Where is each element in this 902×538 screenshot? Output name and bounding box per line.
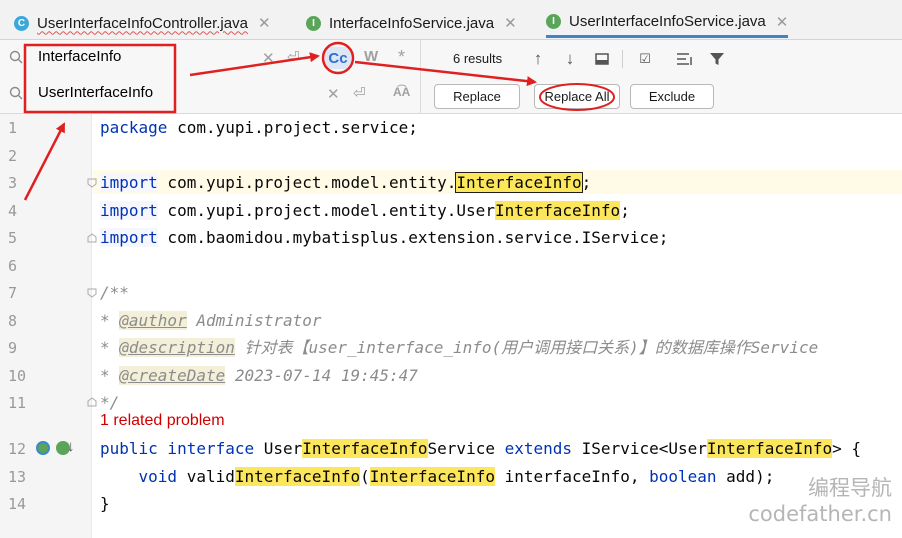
search-icon — [9, 50, 23, 64]
line-number: 14 — [8, 495, 27, 513]
previous-occurrence-icon[interactable]: ↑ — [527, 48, 549, 70]
replace-field[interactable]: UserInterfaceInfo ✕ ⏎ A͡A — [0, 76, 420, 112]
results-count: 6 results — [453, 51, 503, 66]
line-number: 2 — [8, 147, 18, 165]
filter-lines-icon[interactable] — [674, 48, 696, 70]
line-number: 7 — [8, 284, 18, 302]
line-number: 11 — [8, 394, 27, 412]
line-number: 3 — [8, 174, 18, 192]
interface-icon: I — [306, 15, 321, 31]
search-value: InterfaceInfo — [38, 48, 122, 65]
tab-userinterfaceinfoservice[interactable]: I UserInterfaceInfoService.java ✕ — [546, 8, 789, 38]
line-number: 1 — [8, 119, 18, 137]
code-line: import com.yupi.project.model.entity.Int… — [100, 172, 592, 193]
line-number: 5 — [8, 229, 18, 247]
implemented-icon[interactable] — [36, 441, 50, 455]
code-line: void validInterfaceInfo(InterfaceInfo in… — [138, 467, 775, 486]
search-field[interactable]: InterfaceInfo ✕ ⏎ Cc W * — [0, 40, 420, 76]
class-icon: C — [14, 15, 29, 31]
code-line: package com.yupi.project.service; — [100, 118, 418, 137]
code-line: import com.baomidou.mybatisplus.extensio… — [100, 228, 669, 247]
tab-interfaceinfoservice[interactable]: I InterfaceInfoService.java ✕ — [306, 8, 517, 38]
tab-label: UserInterfaceInfoController.java — [37, 14, 248, 32]
code-editor[interactable]: 1 2 3 4 5 6 7 8 9 10 11 12 13 14 ↓ packa… — [0, 114, 902, 538]
search-match: InterfaceInfo — [369, 467, 495, 486]
close-icon[interactable]: ✕ — [258, 14, 271, 32]
line-number: 13 — [8, 468, 27, 486]
line-number: 12 — [8, 440, 27, 458]
down-arrow-icon[interactable]: ↓ — [67, 438, 75, 455]
regex-toggle[interactable]: * — [398, 47, 405, 68]
select-all-occurrences-icon[interactable] — [591, 48, 613, 70]
search-match: InterfaceInfo — [494, 201, 621, 220]
interface-icon: I — [546, 14, 561, 29]
code-line: /** — [100, 283, 129, 302]
preserve-case-icon[interactable]: A͡A — [393, 85, 410, 99]
editor-tab-bar: C UserInterfaceInfoController.java ✕ I I… — [0, 0, 902, 40]
line-number: 10 — [8, 367, 27, 385]
clear-icon[interactable]: ✕ — [262, 49, 275, 67]
code-line: * @description 针对表【user_interface_info(用… — [100, 338, 819, 357]
line-number: 8 — [8, 312, 18, 330]
related-problem-link[interactable]: 1 related problem — [100, 412, 225, 430]
code-line: import com.yupi.project.model.entity.Use… — [100, 201, 630, 220]
fold-icon[interactable] — [86, 396, 98, 408]
replace-value: UserInterfaceInfo — [38, 84, 154, 101]
code-line: public interface UserInterfaceInfoServic… — [100, 439, 862, 458]
line-number: 6 — [8, 257, 18, 275]
fold-icon[interactable] — [86, 287, 98, 299]
fold-icon[interactable] — [86, 232, 98, 244]
close-icon[interactable]: ✕ — [504, 14, 517, 32]
new-line-icon[interactable]: ⏎ — [353, 84, 366, 102]
watermark: 编程导航 — [808, 476, 892, 500]
tab-label: InterfaceInfoService.java — [329, 14, 495, 32]
tab-label: UserInterfaceInfoService.java — [569, 13, 766, 30]
clear-icon[interactable]: ✕ — [327, 85, 340, 103]
code-line: * @author Administrator — [100, 311, 322, 330]
code-line: * @createDate 2023-07-14 19:45:47 — [100, 366, 418, 385]
exclude-button[interactable]: Exclude — [630, 84, 714, 109]
find-replace-panel: InterfaceInfo ✕ ⏎ Cc W * UserInterfaceIn… — [0, 40, 902, 114]
close-icon[interactable]: ✕ — [776, 13, 789, 31]
replace-all-button[interactable]: Replace All — [534, 84, 620, 109]
current-match: InterfaceInfo — [455, 172, 583, 193]
in-selection-icon[interactable]: ☑ — [634, 48, 656, 70]
code-line: } — [100, 494, 110, 513]
new-line-icon[interactable]: ⏎ — [287, 48, 300, 66]
fold-icon[interactable] — [86, 177, 98, 189]
line-number: 4 — [8, 202, 18, 220]
watermark: codefather.cn — [748, 502, 892, 526]
filter-icon[interactable] — [706, 48, 728, 70]
next-occurrence-icon[interactable]: ↓ — [559, 48, 581, 70]
search-match: InterfaceInfo — [706, 439, 833, 458]
line-number: 9 — [8, 339, 18, 357]
divider — [420, 40, 421, 114]
toolbar-separator — [622, 50, 623, 68]
match-case-toggle[interactable]: Cc — [325, 47, 351, 69]
replace-button[interactable]: Replace — [434, 84, 520, 109]
tab-userinterfaceinfocontroller[interactable]: C UserInterfaceInfoController.java ✕ — [14, 8, 271, 38]
words-toggle[interactable]: W — [364, 48, 378, 65]
search-icon — [9, 86, 23, 100]
search-match: InterfaceInfo — [234, 467, 361, 486]
search-match: InterfaceInfo — [302, 439, 428, 458]
